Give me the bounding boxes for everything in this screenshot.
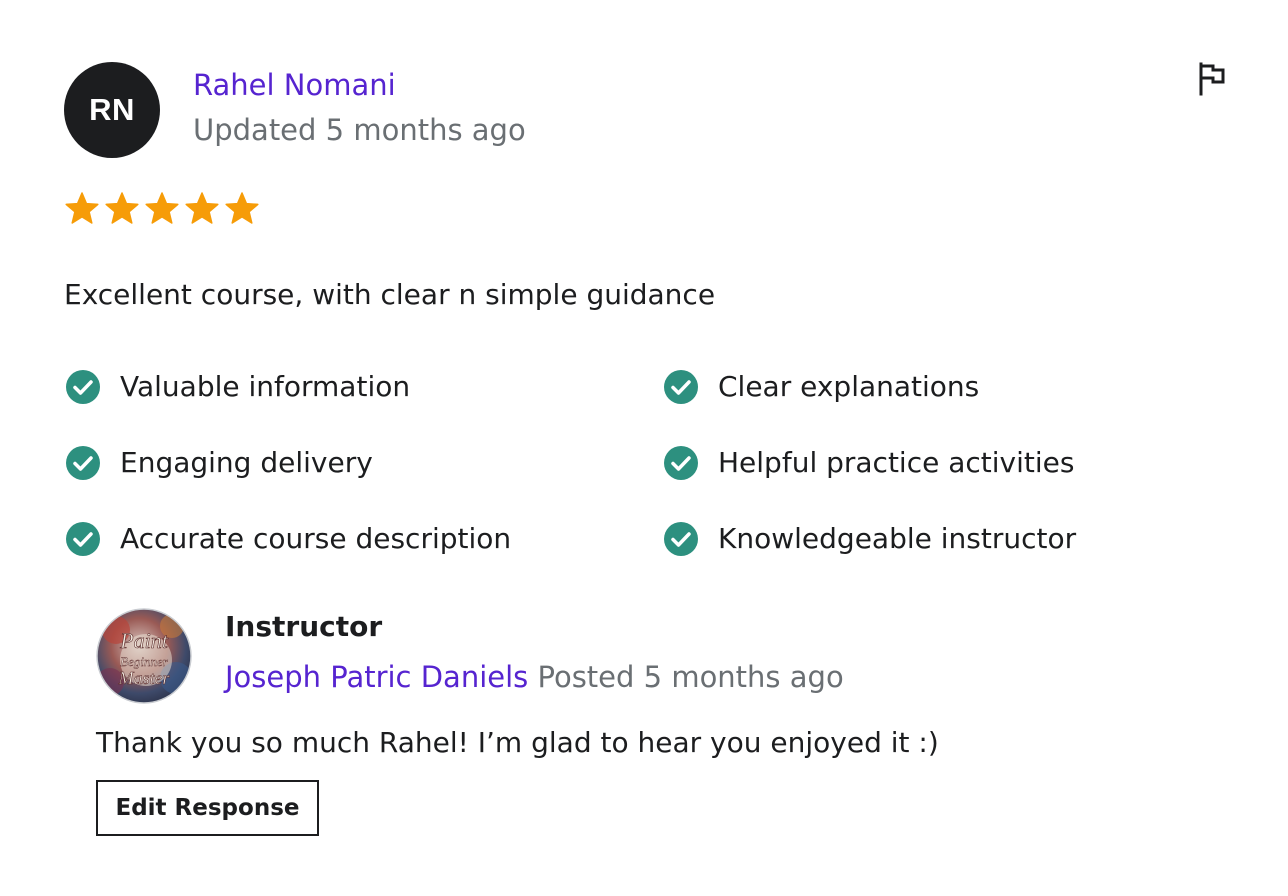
check-circle-icon [66,446,100,480]
feedback-item: Helpful practice activities [662,444,1074,482]
feedback-label: Helpful practice activities [718,446,1075,479]
instructor-byline: Joseph Patric Daniels Posted 5 months ag… [225,658,844,696]
check-circle-icon [664,446,698,480]
star-icon [145,192,179,224]
feedback-label: Accurate course description [120,522,512,555]
reviewer-avatar: RN [64,62,160,158]
feedback-item: Clear explanations [662,368,979,406]
flag-icon [1199,62,1225,96]
feedback-label: Clear explanations [718,370,980,403]
reviewer-name[interactable]: Rahel Nomani [193,66,396,104]
feedback-item: Accurate course description [64,520,511,558]
feedback-item: Valuable information [64,368,410,406]
edit-response-button[interactable]: Edit Response [96,780,319,836]
feedback-label: Knowledgeable instructor [718,522,1077,555]
logo-text-paint: Paint [119,628,169,653]
star-icon [65,192,99,224]
check-circle-icon [66,370,100,404]
star-icon [105,192,139,224]
review-updated-time: Updated 5 months ago [193,113,526,147]
review-text: Excellent course, with clear n simple gu… [64,278,716,311]
star-icon [185,192,219,224]
instructor-avatar: Paint Beginner Master [96,608,192,704]
instructor-heading: Instructor [225,610,383,643]
response-posted-time: Posted 5 months ago [537,660,844,694]
feedback-item: Knowledgeable instructor [662,520,1076,558]
instructor-response-text: Thank you so much Rahel! I’m glad to hea… [96,726,939,759]
report-flag-button[interactable] [1194,60,1230,98]
instructor-name[interactable]: Joseph Patric Daniels [225,660,528,694]
feedback-item: Engaging delivery [64,444,373,482]
star-icon [225,192,259,224]
feedback-label: Engaging delivery [120,446,373,479]
star-rating [64,190,260,228]
check-circle-icon [664,522,698,556]
avatar-initials: RN [89,92,135,127]
logo-text-beginner: Beginner [120,654,169,669]
logo-text-master: Master [118,668,171,688]
check-circle-icon [66,522,100,556]
feedback-label: Valuable information [120,370,411,403]
check-circle-icon [664,370,698,404]
